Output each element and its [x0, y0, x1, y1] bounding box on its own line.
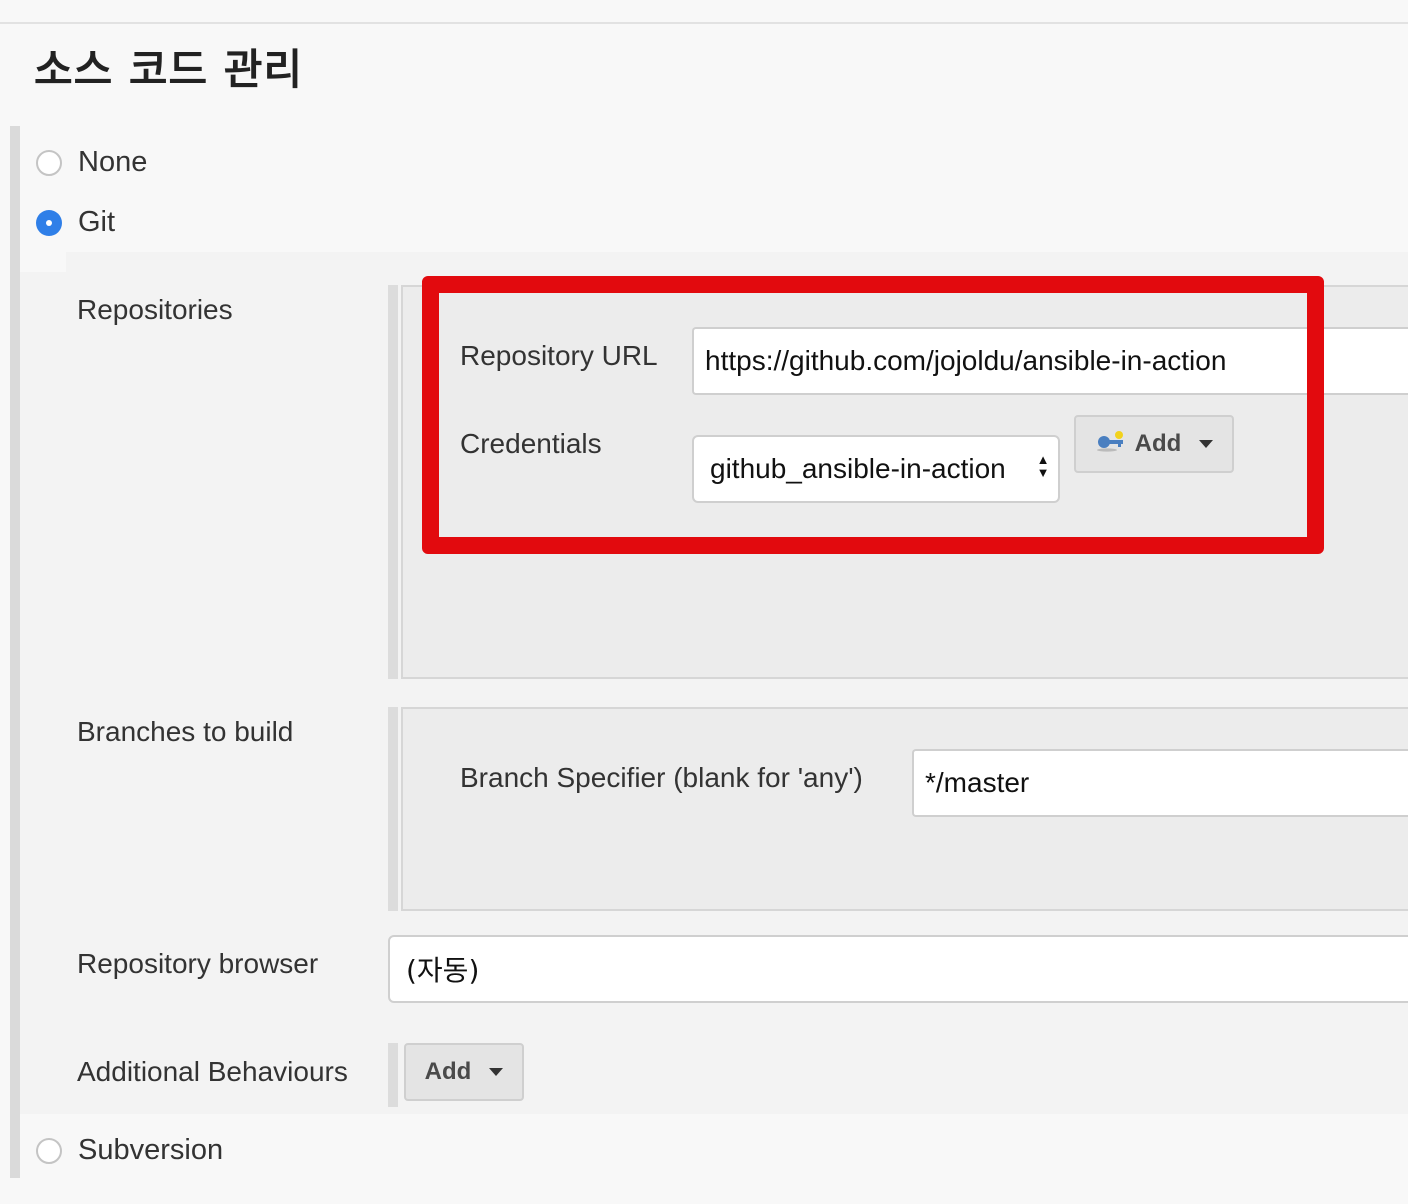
repositories-label: Repositories [77, 294, 233, 325]
radio-git[interactable] [36, 209, 62, 236]
additional-behaviours-label: Additional Behaviours [77, 1056, 348, 1087]
top-divider [0, 22, 1408, 24]
additional-behaviours-bar [388, 1043, 398, 1107]
radio-none[interactable] [36, 149, 62, 176]
branches-to-build-label: Branches to build [77, 716, 294, 747]
repositories-bar [388, 285, 398, 679]
additional-behaviours-add-label: Add [424, 1058, 472, 1085]
branch-specifier-input[interactable]: */master [912, 749, 1408, 817]
radio-git-label: Git [78, 206, 116, 238]
repository-browser-value: (자동) [406, 954, 480, 987]
highlight-box [422, 276, 1324, 554]
panel-notch [20, 252, 66, 272]
repository-browser-select[interactable]: (자동) [388, 935, 1408, 1003]
scm-option-git[interactable]: Git [36, 206, 115, 239]
scm-option-none[interactable]: None [36, 146, 147, 179]
additional-behaviours-add-button[interactable]: Add [404, 1043, 524, 1101]
section-title: 소스 코드 관리 [34, 45, 304, 94]
scm-option-subversion[interactable]: Subversion [36, 1134, 223, 1167]
radio-subversion-label: Subversion [78, 1134, 224, 1166]
branch-specifier-label: Branch Specifier (blank for 'any') [460, 762, 863, 793]
radio-subversion[interactable] [36, 1137, 62, 1164]
branches-bar [388, 707, 398, 911]
repository-browser-label: Repository browser [77, 948, 319, 979]
caret-down-icon [489, 1068, 504, 1076]
section-indent-bar [10, 126, 20, 1178]
radio-none-label: None [78, 146, 148, 178]
